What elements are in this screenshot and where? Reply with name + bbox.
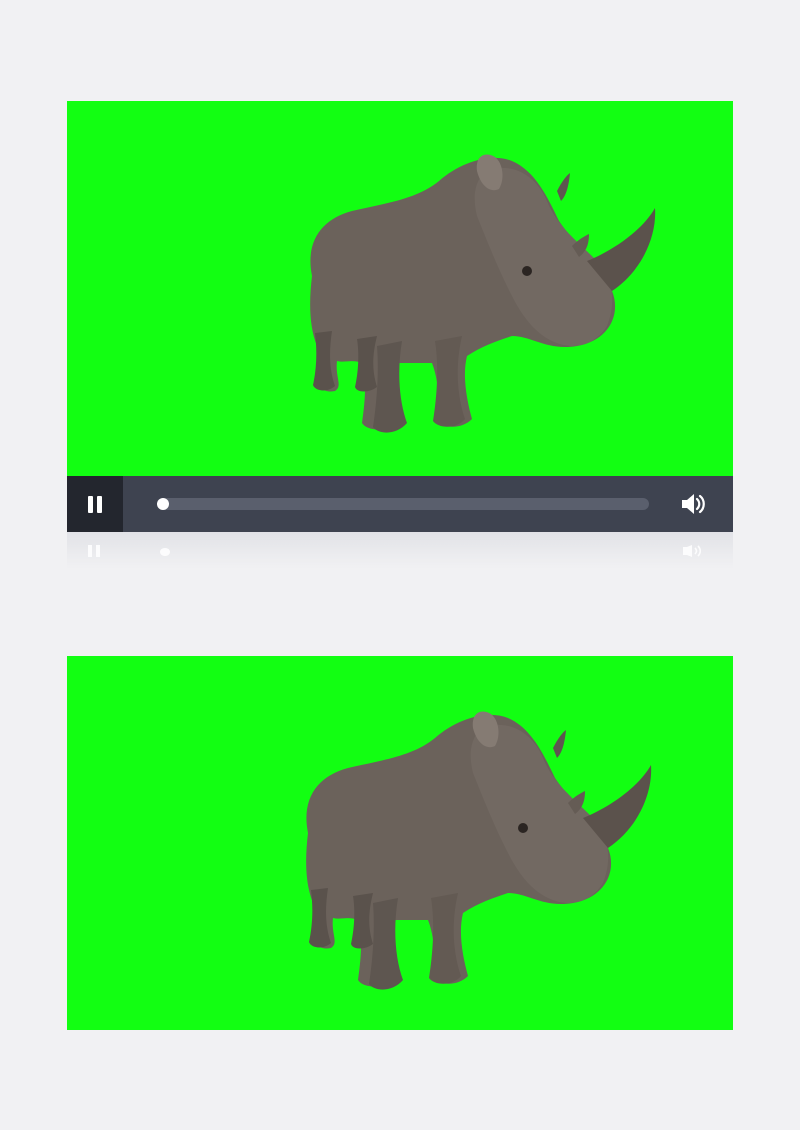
rhino-image	[306, 711, 652, 990]
control-bar	[67, 476, 733, 532]
preview-frame	[67, 656, 733, 1030]
video-player[interactable]	[67, 101, 733, 532]
preview-image	[67, 656, 733, 1030]
progress-bar[interactable]	[157, 498, 649, 510]
video-frame[interactable]	[67, 101, 733, 476]
rhino-image	[310, 154, 656, 433]
volume-button[interactable]	[679, 490, 709, 518]
player-reflection	[67, 532, 733, 568]
volume-icon	[682, 494, 705, 514]
pause-icon	[88, 495, 93, 513]
progress-knob[interactable]	[157, 498, 169, 510]
pause-button[interactable]	[67, 476, 123, 532]
